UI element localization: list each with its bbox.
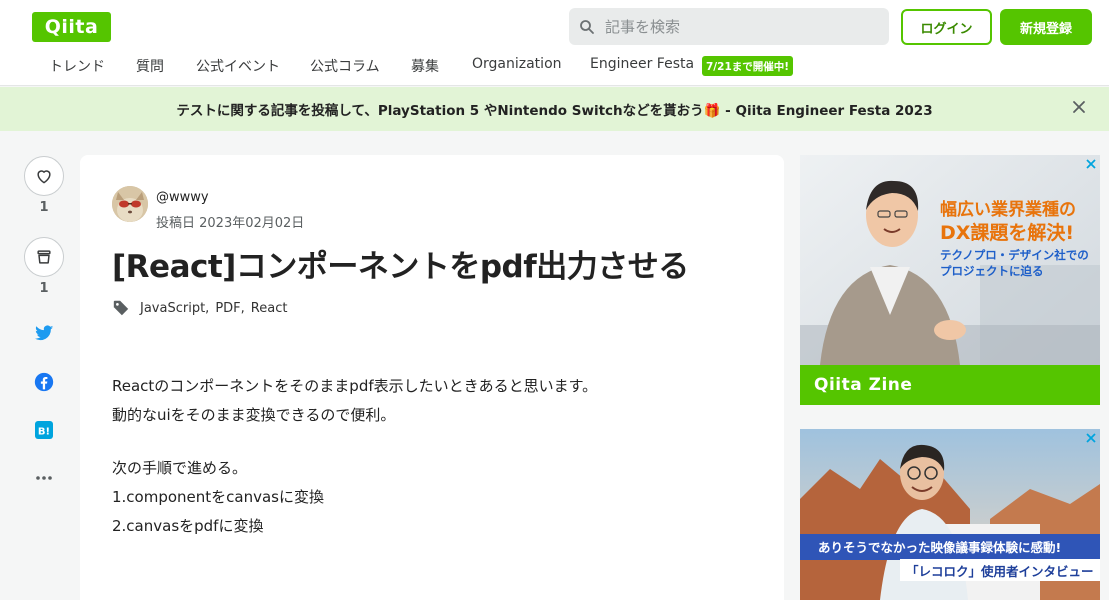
ad1-headline-1: 幅広い業界業種の — [940, 200, 1076, 220]
like-count: 1 — [39, 200, 49, 215]
search-input[interactable]: 記事を検索 — [569, 8, 889, 45]
tag-pdf[interactable]: PDF — [215, 301, 240, 316]
ad-close-icon[interactable] — [1084, 431, 1098, 445]
svg-text:B!: B! — [38, 427, 50, 438]
body-list-item: 1.componentをcanvasに変換 — [112, 488, 324, 506]
ad-banner-qiita-zine[interactable]: 幅広い業界業種の DX課題を解決! テクノプロ・デザイン社での プロジェクトに迫… — [800, 155, 1100, 405]
nav-organization[interactable]: Organization — [472, 56, 562, 72]
ad1-sub-1: テクノプロ・デザイン社での — [940, 248, 1089, 262]
site-header: Qiita 記事を検索 ログイン 新規登録 トレンド 質問 公式イベント 公式コ… — [0, 0, 1109, 86]
facebook-share-button[interactable] — [33, 371, 55, 393]
stock-icon — [37, 250, 51, 264]
search-placeholder: 記事を検索 — [605, 18, 681, 36]
ad2-line-2: 「レコロク」使用者インタビュー — [906, 564, 1094, 579]
body-paragraph: Reactのコンポーネントをそのままpdf表示したいときあると思います。 — [112, 377, 598, 395]
festa-badge: 7/21まで開催中! — [702, 56, 794, 76]
hatena-bookmark-icon: B! — [35, 421, 53, 439]
banner-text[interactable]: テストに関する記事を投稿して、PlayStation 5 やNintendo S… — [176, 99, 932, 119]
more-icon — [36, 476, 52, 480]
avatar[interactable] — [112, 186, 148, 222]
like-button[interactable] — [24, 156, 64, 196]
article-title: [React]コンポーネントをpdf出力させる — [112, 249, 689, 285]
hatena-share-button[interactable]: B! — [33, 419, 55, 441]
heart-icon — [37, 170, 51, 184]
tag-icon — [113, 300, 129, 316]
nav-trend[interactable]: トレンド — [49, 56, 105, 76]
nav-official-events[interactable]: 公式イベント — [196, 56, 280, 76]
author-username[interactable]: @wwwy — [156, 190, 209, 205]
login-button[interactable]: ログイン — [901, 9, 992, 45]
ad-close-icon[interactable] — [1084, 157, 1098, 171]
signup-button[interactable]: 新規登録 — [1000, 9, 1092, 45]
facebook-icon — [34, 372, 54, 392]
festa-banner[interactable]: テストに関する記事を投稿して、PlayStation 5 やNintendo S… — [0, 87, 1109, 131]
tag-list: JavaScript, PDF, React — [112, 299, 287, 317]
ad-banner-rekoroku[interactable]: ありそうでなかった映像議事録体験に感動! 「レコロク」使用者インタビュー — [800, 429, 1100, 600]
nav-official-column[interactable]: 公式コラム — [310, 56, 380, 76]
body-paragraph: 動的なuiをそのまま変換できるので便利。 — [112, 406, 396, 424]
posted-date: 投稿日 2023年02月02日 — [156, 216, 305, 231]
twitter-share-button[interactable] — [33, 322, 55, 344]
body-paragraph: 次の手順で進める。 — [112, 459, 248, 477]
nav-recruit[interactable]: 募集 — [411, 56, 439, 76]
article-card: @wwwy 投稿日 2023年02月02日 [React]コンポーネントをpdf… — [80, 155, 784, 600]
ad1-headline-2: DX課題を解決! — [940, 222, 1075, 244]
body-list-item: 2.canvasをpdfに変換 — [112, 517, 264, 535]
more-options-button[interactable] — [33, 467, 55, 489]
search-icon — [580, 19, 594, 34]
ad1-sub-2: プロジェクトに迫る — [940, 264, 1044, 278]
twitter-icon — [34, 325, 54, 341]
close-icon[interactable] — [1071, 99, 1087, 115]
stock-count: 1 — [39, 281, 49, 296]
tag-javascript[interactable]: JavaScript — [140, 301, 205, 316]
tag-react[interactable]: React — [251, 301, 288, 316]
qiita-logo[interactable]: Qiita — [32, 12, 111, 42]
stock-button[interactable] — [24, 237, 64, 277]
ad-image — [800, 155, 1100, 405]
nav-engineer-festa[interactable]: Engineer Festa — [590, 56, 694, 72]
ad2-line-1: ありそうでなかった映像議事録体験に感動! — [818, 540, 1062, 555]
ad1-brand: Qiita Zine — [814, 375, 913, 395]
nav-questions[interactable]: 質問 — [136, 56, 164, 76]
